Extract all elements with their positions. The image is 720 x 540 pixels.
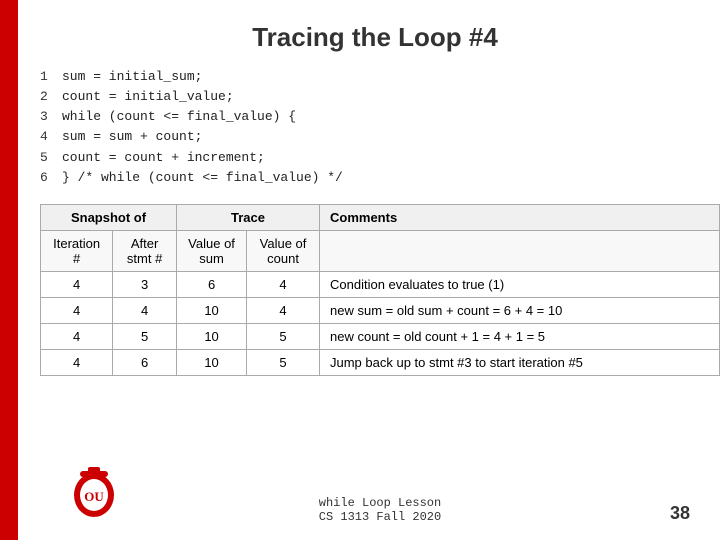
line-number: 1 [40, 67, 62, 87]
value-sum-cell: 6 [177, 271, 247, 297]
table-row: 4 6 10 5 Jump back up to stmt #3 to star… [41, 349, 720, 375]
footer-course: while Loop Lesson [319, 496, 441, 510]
line-text: while (count <= final_value) { [62, 107, 720, 127]
line-text: count = count + increment; [62, 148, 720, 168]
value-count-cell: 5 [247, 323, 320, 349]
code-line: 5 count = count + increment; [40, 148, 720, 168]
after-stmt-cell: 6 [113, 349, 177, 375]
content-area: Tracing the Loop #4 1sum = initial_sum;2… [30, 0, 720, 540]
line-text: sum = sum + count; [62, 127, 720, 147]
line-number: 5 [40, 148, 62, 168]
after-stmt-cell: 4 [113, 297, 177, 323]
table-row: 4 3 6 4 Condition evaluates to true (1) [41, 271, 720, 297]
code-line: 3while (count <= final_value) { [40, 107, 720, 127]
value-sum-cell: 10 [177, 323, 247, 349]
footer-text: while Loop Lesson CS 1313 Fall 2020 [319, 496, 441, 524]
iteration-cell: 4 [41, 297, 113, 323]
code-block: 1sum = initial_sum;2count = initial_valu… [40, 67, 720, 188]
snapshot-header: Snapshot of [41, 204, 177, 230]
line-number: 3 [40, 107, 62, 127]
line-number: 2 [40, 87, 62, 107]
iteration-cell: 4 [41, 271, 113, 297]
code-line: 1sum = initial_sum; [40, 67, 720, 87]
value-count-cell: 5 [247, 349, 320, 375]
after-stmt-cell: 3 [113, 271, 177, 297]
table-row: 4 5 10 5 new count = old count + 1 = 4 +… [41, 323, 720, 349]
iteration-subheader: Iteration # [41, 230, 113, 271]
slide: Tracing the Loop #4 1sum = initial_sum;2… [0, 0, 720, 540]
footer-term: CS 1313 Fall 2020 [319, 510, 441, 524]
iteration-cell: 4 [41, 323, 113, 349]
page-number: 38 [670, 503, 690, 524]
table-row: 4 4 10 4 new sum = old sum + count = 6 +… [41, 297, 720, 323]
svg-text:OU: OU [84, 489, 104, 504]
ou-logo-container: OU [70, 467, 118, 524]
value-sum-cell: 10 [177, 349, 247, 375]
value-count-cell: 4 [247, 271, 320, 297]
footer: OU while Loop Lesson CS 1313 Fall 2020 3… [60, 496, 700, 524]
value-count-subheader: Value of count [247, 230, 320, 271]
value-count-cell: 4 [247, 297, 320, 323]
ou-logo-icon: OU [70, 467, 118, 519]
line-text: count = initial_value; [62, 87, 720, 107]
left-accent-bar [0, 0, 18, 540]
code-line: 6} /* while (count <= final_value) */ [40, 168, 720, 188]
comments-header: Comments [320, 204, 720, 230]
table-body: 4 3 6 4 Condition evaluates to true (1) … [41, 271, 720, 375]
comment-cell: new count = old count + 1 = 4 + 1 = 5 [320, 323, 720, 349]
trace-table: Snapshot of Trace Comments Iteration # A… [40, 204, 720, 376]
value-sum-cell: 10 [177, 297, 247, 323]
line-text: sum = initial_sum; [62, 67, 720, 87]
code-line: 2count = initial_value; [40, 87, 720, 107]
code-line: 4 sum = sum + count; [40, 127, 720, 147]
after-stmt-subheader: After stmt # [113, 230, 177, 271]
comment-cell: Jump back up to stmt #3 to start iterati… [320, 349, 720, 375]
line-number: 6 [40, 168, 62, 188]
line-number: 4 [40, 127, 62, 147]
iteration-cell: 4 [41, 349, 113, 375]
value-sum-subheader: Value of sum [177, 230, 247, 271]
trace-header: Trace [177, 204, 320, 230]
comment-cell: Condition evaluates to true (1) [320, 271, 720, 297]
comment-cell: new sum = old sum + count = 6 + 4 = 10 [320, 297, 720, 323]
line-text: } /* while (count <= final_value) */ [62, 168, 720, 188]
after-stmt-cell: 5 [113, 323, 177, 349]
comments-subheader-blank [320, 230, 720, 271]
slide-title: Tracing the Loop #4 [30, 0, 720, 67]
table-container: Snapshot of Trace Comments Iteration # A… [40, 204, 700, 376]
